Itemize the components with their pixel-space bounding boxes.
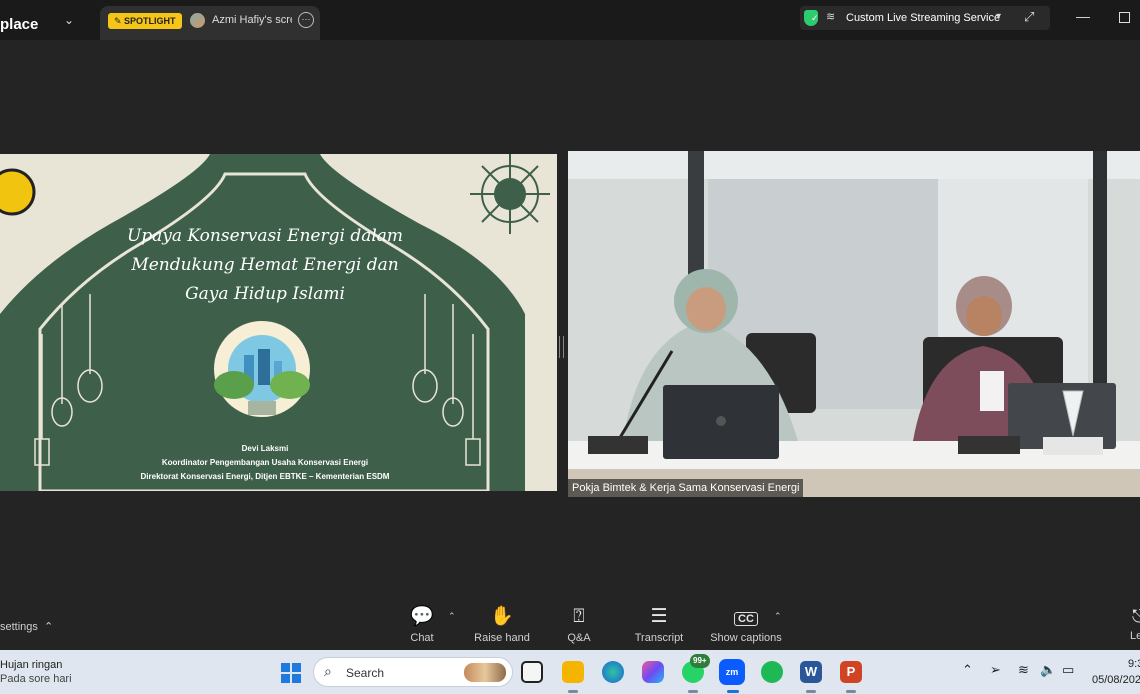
chevron-down-icon[interactable]: ⌄ (64, 13, 74, 27)
presenter-role: Koordinator Pengembangan Usaha Konservas… (161, 458, 369, 467)
clock-date[interactable]: 05/08/202 (1092, 674, 1140, 686)
tab-spotlight-share[interactable]: ✎ SPOTLIGHT Azmi Hafiy's scre ··· (100, 6, 320, 40)
spotify-icon[interactable] (761, 661, 783, 683)
cc-icon: CC (708, 604, 784, 630)
search-icon: ⌕ (324, 663, 332, 679)
clock-time[interactable]: 9:3 (1128, 658, 1140, 670)
live-stream-indicator[interactable]: ✓ ≋ Custom Live Streaming Service ▾ ⤢ (800, 6, 1050, 30)
zoom-app-icon[interactable]: zm (719, 659, 745, 685)
more-options-icon[interactable]: ··· (298, 12, 314, 28)
chat-icon: 💬 (410, 606, 434, 627)
windows-start-icon[interactable] (281, 663, 301, 683)
shield-icon: ✓ (804, 10, 819, 26)
task-view-icon[interactable] (521, 661, 543, 683)
avatar (190, 13, 205, 28)
battery-icon[interactable]: ▭ (1062, 662, 1074, 678)
participant-name-label: Pokja Bimtek & Kerja Sama Konservasi Ene… (568, 479, 804, 497)
spotlight-badge: ✎ SPOTLIGHT (108, 13, 182, 29)
raise-hand-button[interactable]: ✋ Raise hand (474, 604, 530, 644)
presenter-info: Devi Laksmi Koordinator Pengembangan Usa… (100, 442, 430, 484)
participant-video[interactable]: Pokja Bimtek & Kerja Sama Konservasi Ene… (568, 151, 1140, 497)
app-name: place (0, 16, 39, 33)
weather-time: Pada sore hari (0, 673, 72, 685)
broadcast-icon: ≋ (826, 11, 836, 23)
speaker-icon[interactable]: 🔈 (1040, 662, 1056, 678)
transcript-button[interactable]: ☰ Transcript (632, 604, 686, 644)
lightbulb-illustration (214, 321, 310, 417)
hand-icon: ✋ (490, 606, 514, 627)
slide-background (0, 154, 550, 491)
file-explorer-icon[interactable] (562, 661, 584, 683)
presenter-org: Direktorat Konservasi Energi, Ditjen EBT… (140, 472, 390, 481)
tab-title: Azmi Hafiy's scre (212, 14, 292, 26)
search-highlight-image (464, 663, 506, 682)
taskbar-search-input[interactable]: ⌕ Search (313, 657, 513, 687)
video-frame (568, 151, 1140, 497)
captions-options-caret[interactable]: ⌃ (774, 611, 782, 622)
shared-screen-slide: Upaya Konservasi Energi dalam Mendukung … (0, 154, 557, 491)
word-icon[interactable]: W (800, 661, 822, 683)
chevron-up-icon[interactable]: ⌃ (962, 662, 973, 678)
qa-button[interactable]: ⍰ Q&A (560, 604, 598, 644)
title-bar: place ⌄ ✎ SPOTLIGHT Azmi Hafiy's scre ··… (0, 0, 1140, 40)
presenter-name: Devi Laksmi (241, 444, 289, 453)
weather-condition[interactable]: Hujan ringan (0, 659, 62, 671)
chat-options-caret[interactable]: ⌃ (448, 611, 456, 622)
wifi-icon[interactable]: ≋ (1018, 662, 1029, 678)
stream-service-label: Custom Live Streaming Service (846, 12, 1001, 24)
copilot-icon[interactable] (642, 661, 664, 683)
question-icon: ⍰ (573, 606, 585, 627)
document-icon: ☰ (650, 606, 668, 627)
powerpoint-icon[interactable]: P (840, 661, 862, 683)
leave-button[interactable]: Le (1130, 630, 1140, 642)
edge-browser-icon[interactable] (602, 661, 624, 683)
active-indicator (727, 690, 739, 693)
active-indicator (688, 690, 698, 693)
leave-icon: ⎋ (1132, 606, 1140, 626)
show-captions-button[interactable]: CC Show captions (708, 604, 784, 644)
resize-handle[interactable] (559, 336, 564, 358)
notification-badge: 99+ (690, 654, 710, 668)
send-icon[interactable]: ➢ (990, 662, 1001, 678)
active-indicator (846, 690, 856, 693)
emblem-icon (470, 154, 550, 234)
settings-button[interactable]: settings ⌃ (0, 620, 53, 633)
active-indicator (806, 690, 816, 693)
maximize-button[interactable] (1119, 12, 1130, 23)
expand-icon[interactable]: ⤢ (1024, 9, 1034, 25)
minimize-button[interactable]: — (1076, 8, 1090, 24)
slide-title: Upaya Konservasi Energi dalam Mendukung … (126, 226, 404, 304)
active-indicator (568, 690, 578, 693)
windows-taskbar: Hujan ringan Pada sore hari ⌕ Search 99+… (0, 650, 1140, 694)
chat-button[interactable]: 💬 Chat (404, 604, 440, 644)
chevron-down-icon[interactable]: ▾ (996, 11, 1001, 22)
